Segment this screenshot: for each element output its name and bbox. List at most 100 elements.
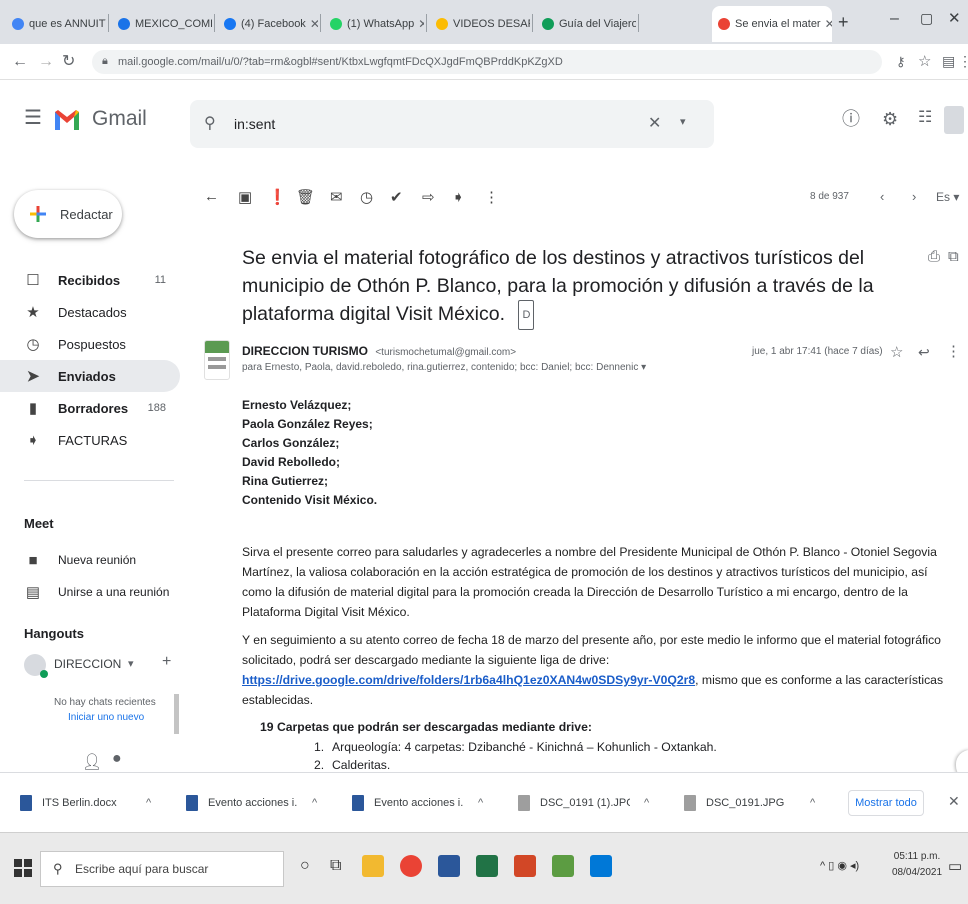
- report-spam-icon[interactable]: ❗: [268, 188, 287, 206]
- back-to-list-icon[interactable]: ←: [204, 188, 219, 205]
- drive-link[interactable]: https://drive.google.com/drive/folders/1…: [242, 673, 695, 687]
- more-icon[interactable]: ⋮: [484, 188, 499, 206]
- extensions-icon[interactable]: ▤: [942, 54, 955, 68]
- close-window-icon[interactable]: ✕: [948, 9, 961, 27]
- forward-icon[interactable]: →: [38, 54, 54, 70]
- meet-item[interactable]: ■ Nueva reunión: [0, 544, 180, 576]
- close-downloads-icon[interactable]: ✕: [948, 793, 960, 810]
- browser-tab[interactable]: Se envia el mater ✕: [712, 6, 832, 42]
- compose-button[interactable]: Redactar: [14, 190, 122, 238]
- search-bar[interactable]: ⚲ in:sent ✕ ▾: [190, 100, 714, 148]
- powerpoint-icon[interactable]: [514, 855, 536, 877]
- url-field[interactable]: 🔒︎ mail.google.com/mail/u/0/?tab=rm&ogbl…: [92, 50, 882, 74]
- gmail-logo-icon[interactable]: [52, 104, 82, 134]
- reply-icon[interactable]: ↩: [918, 344, 930, 361]
- download-item[interactable]: ITS Berlin.docx ^: [20, 787, 151, 819]
- new-tab-button[interactable]: +: [838, 12, 849, 33]
- system-tray-icons[interactable]: ^ ▯ ◉ ◂): [820, 859, 859, 872]
- sidebar-item-pospuestos[interactable]: ◷ Pospuestos: [0, 328, 180, 360]
- search-options-icon[interactable]: ▾: [680, 115, 686, 128]
- clear-search-icon[interactable]: ✕: [648, 113, 661, 133]
- mark-unread-icon[interactable]: ✉: [330, 188, 343, 206]
- recipients-line[interactable]: para Ernesto, Paola, david.reboledo, rin…: [242, 362, 646, 373]
- delete-icon[interactable]: 🗑︎: [296, 188, 315, 206]
- move-to-icon[interactable]: ⇨: [422, 188, 435, 206]
- show-details-icon[interactable]: ▾: [641, 362, 646, 373]
- open-new-window-icon[interactable]: ⧉: [948, 248, 959, 265]
- search-input[interactable]: in:sent: [234, 116, 275, 132]
- account-avatar[interactable]: [944, 106, 964, 134]
- input-tools-icon[interactable]: Es ▾: [936, 190, 959, 204]
- snooze-icon[interactable]: ◷: [360, 188, 373, 206]
- notifications-icon[interactable]: ▭: [948, 857, 962, 875]
- download-options-icon[interactable]: ^: [810, 797, 815, 809]
- close-tab-icon[interactable]: ✕: [821, 17, 832, 31]
- key-icon[interactable]: ⚷: [896, 55, 906, 68]
- search-icon[interactable]: ⚲: [204, 113, 216, 133]
- sidebar-item-facturas[interactable]: ➧ FACTURAS: [0, 424, 180, 456]
- star-message-icon[interactable]: ☆: [890, 343, 903, 361]
- archive-icon[interactable]: ▣: [238, 188, 252, 206]
- browser-tab[interactable]: VIDEOS DESARR✕: [430, 6, 530, 42]
- labels-icon[interactable]: ➧: [452, 188, 465, 206]
- download-options-icon[interactable]: ^: [312, 797, 317, 809]
- meet-item[interactable]: ▤ Unirse a una reunión: [0, 576, 180, 608]
- windows-start-icon[interactable]: [14, 859, 32, 877]
- start-new-chat-link[interactable]: Iniciar uno nuevo: [68, 712, 144, 723]
- download-item[interactable]: Evento acciones i....docx ^: [352, 787, 483, 819]
- browser-menu-icon[interactable]: ⋮: [958, 54, 968, 68]
- close-tab-icon[interactable]: ✕: [306, 17, 318, 31]
- sidebar-item-recibidos[interactable]: ☐ Recibidos 11: [0, 264, 180, 296]
- hangouts-user-name[interactable]: DIRECCION: [54, 657, 121, 671]
- person-icon[interactable]: 👤︎: [82, 752, 102, 772]
- download-options-icon[interactable]: ^: [644, 797, 649, 809]
- browser-tab[interactable]: (4) Facebook ✕: [218, 6, 318, 42]
- cortana-icon[interactable]: ○: [300, 857, 310, 875]
- lock-icon: 🔒︎: [102, 55, 108, 67]
- excel-icon[interactable]: [476, 855, 498, 877]
- download-item[interactable]: Evento acciones i....docx ^: [186, 787, 317, 819]
- download-item[interactable]: DSC_0191 (1).JPG ^: [518, 787, 649, 819]
- taskbar-search-field[interactable]: ⚲ Escribe aquí para buscar: [40, 851, 284, 887]
- chat-bubble-icon[interactable]: ●: [112, 750, 122, 768]
- print-icon[interactable]: ⎙: [928, 248, 940, 265]
- download-item[interactable]: DSC_0191.JPG ^: [684, 787, 815, 819]
- maximize-window-icon[interactable]: ▢: [920, 10, 933, 27]
- app-icon[interactable]: [552, 855, 574, 877]
- browser-tab[interactable]: que es ANNUITY✕: [6, 6, 106, 42]
- sidebar-item-destacados[interactable]: ★ Destacados: [0, 296, 180, 328]
- back-icon[interactable]: ←: [12, 54, 28, 70]
- task-view-icon[interactable]: ⧉: [330, 857, 341, 875]
- hangouts-status-dropdown-icon[interactable]: ▾: [128, 657, 134, 670]
- browser-tab[interactable]: Guía del Viajero✕: [536, 6, 636, 42]
- download-options-icon[interactable]: ^: [478, 797, 483, 809]
- settings-gear-icon[interactable]: ⚙: [882, 110, 898, 128]
- newer-icon[interactable]: ›: [912, 189, 916, 204]
- store-icon[interactable]: [590, 855, 612, 877]
- minimize-window-icon[interactable]: –: [890, 10, 899, 28]
- help-icon[interactable]: ⓘ: [842, 110, 860, 128]
- chrome-icon[interactable]: [400, 855, 422, 877]
- bookmark-star-icon[interactable]: ☆: [918, 54, 931, 69]
- more-actions-icon[interactable]: ⋮: [946, 342, 961, 360]
- older-icon[interactable]: ‹: [880, 189, 884, 204]
- show-all-downloads-button[interactable]: Mostrar todo: [848, 790, 924, 816]
- main-menu-icon[interactable]: ☰: [24, 108, 42, 128]
- new-chat-plus-icon[interactable]: +: [162, 653, 171, 671]
- add-task-icon[interactable]: ✔: [390, 188, 403, 206]
- apps-grid-icon[interactable]: ☷: [918, 110, 932, 126]
- browser-tab[interactable]: MEXICO_COMPR✕: [112, 6, 212, 42]
- clock[interactable]: 05:11 p.m. 08/04/2021: [892, 849, 942, 881]
- word-icon[interactable]: [438, 855, 460, 877]
- sender-name[interactable]: DIRECCION TURISMO: [242, 344, 368, 358]
- file-explorer-icon[interactable]: [362, 855, 384, 877]
- download-options-icon[interactable]: ^: [146, 797, 151, 809]
- sidebar-scrollbar[interactable]: [174, 694, 179, 734]
- browser-tab[interactable]: (1) WhatsApp ✕: [324, 6, 424, 42]
- reload-icon[interactable]: ↻: [62, 54, 75, 70]
- sidebar-item-borradores[interactable]: ▮ Borradores 188: [0, 392, 180, 424]
- sidebar-item-enviados[interactable]: ➤ Enviados: [0, 360, 180, 392]
- inbox-label-chip[interactable]: D: [518, 300, 535, 330]
- sender-avatar[interactable]: [204, 340, 230, 380]
- close-tab-icon[interactable]: ✕: [414, 17, 424, 31]
